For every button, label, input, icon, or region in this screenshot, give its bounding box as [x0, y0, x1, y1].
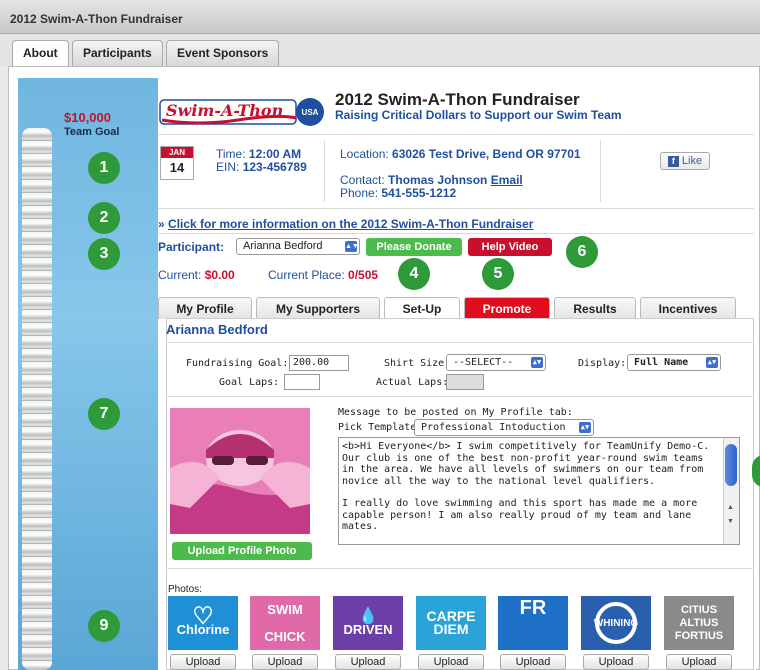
upload-button-5[interactable]: Upload — [500, 654, 566, 670]
scroll-down-icon[interactable]: ▼ — [727, 518, 734, 525]
photos-label: Photos: — [168, 584, 202, 595]
display-label: Display: — [578, 358, 627, 369]
calendar-day: 14 — [169, 160, 185, 175]
divider — [600, 140, 601, 202]
actual-laps-label: Actual Laps: — [376, 377, 449, 388]
upload-button-7[interactable]: Upload — [666, 654, 732, 670]
swim-a-thon-logo: Swim-A-Thon USA — [159, 98, 324, 126]
divider — [158, 134, 754, 135]
upload-button-3[interactable]: Upload — [335, 654, 401, 670]
profile-photo — [170, 408, 310, 534]
participant-name: Arianna Bedford — [166, 322, 268, 337]
divider — [166, 342, 754, 343]
photo-option-driven[interactable]: 💧 DRIVEN — [333, 596, 403, 650]
marker-4: 4 — [398, 258, 430, 290]
divider — [166, 396, 754, 397]
tab-my-supporters[interactable]: My Supporters — [256, 297, 380, 319]
goal-laps-label: Goal Laps: — [219, 377, 280, 388]
tab-incentives[interactable]: Incentives — [640, 297, 736, 319]
logo-badge-text: USA — [302, 108, 319, 117]
scroll-up-icon[interactable]: ▲ — [727, 504, 734, 511]
select-arrows-icon: ▲▼ — [706, 357, 718, 368]
upload-button-2[interactable]: Upload — [252, 654, 318, 670]
upload-button-1[interactable]: Upload — [170, 654, 236, 670]
please-donate-button[interactable]: Please Donate — [366, 238, 462, 256]
tab-about[interactable]: About — [12, 40, 69, 66]
message-label: Message to be posted on My Profile tab: — [338, 407, 573, 418]
divider — [158, 208, 754, 209]
window-titlebar: 2012 Swim-A-Thon Fundraiser — [0, 0, 760, 34]
actual-laps-input — [446, 374, 484, 390]
team-goal-label: Team Goal — [64, 126, 120, 138]
page-title: 2012 Swim-A-Thon Fundraiser — [335, 90, 580, 109]
marker-7: 7 — [88, 398, 120, 430]
marker-5: 5 — [482, 258, 514, 290]
more-info-line: » Click for more information on the 2012… — [158, 217, 534, 231]
current-amount: Current: $0.00 — [158, 268, 235, 282]
select-arrows-icon: ▲▼ — [345, 241, 359, 252]
window-title: 2012 Swim-A-Thon Fundraiser — [10, 12, 183, 26]
team-goal-amount: $10,000 — [64, 110, 111, 125]
facebook-like-button[interactable]: f Like — [660, 152, 710, 170]
calendar-icon: JAN 14 — [160, 146, 194, 180]
goal-laps-input[interactable] — [284, 374, 320, 390]
divider — [158, 233, 754, 234]
divider — [166, 568, 754, 569]
prohibited-icon — [595, 602, 637, 644]
marker-9: 9 — [88, 610, 120, 642]
fundraising-goal-label: Fundraising Goal: $ — [186, 358, 301, 369]
photo-option-carpe-diem[interactable]: CARPE DIEM — [416, 596, 486, 650]
lane-rope-progress — [22, 128, 52, 670]
template-select[interactable]: Professional Intoduction ▲▼ — [414, 419, 594, 436]
help-video-button[interactable]: Help Video — [468, 238, 552, 256]
scrollbar-thumb[interactable] — [725, 444, 737, 486]
marker-1: 1 — [88, 152, 120, 184]
current-place: Current Place: 0/505 — [268, 268, 379, 282]
upload-button-4[interactable]: Upload — [418, 654, 484, 670]
template-label: Pick Template: — [338, 422, 423, 433]
event-location: Location: 63026 Test Drive, Bend OR 9770… — [340, 147, 581, 161]
message-paragraph-1: <b>Hi Everyone</b> I swim competitively … — [342, 441, 710, 487]
message-paragraph-2: I really do love swimming and this sport… — [342, 498, 698, 532]
photo-option-swim-chick[interactable]: SWIM CHICK — [250, 596, 320, 650]
event-ein: EIN: 123-456789 — [216, 160, 307, 174]
fundraising-goal-input[interactable]: 200.00 — [289, 355, 349, 371]
tab-promote[interactable]: Promote — [464, 297, 550, 319]
upload-profile-photo-button[interactable]: Upload Profile Photo — [172, 542, 312, 560]
display-select[interactable]: Full Name ▲▼ — [627, 354, 721, 371]
photo-option-citius-altius-fortius[interactable]: CITIUS ALTIUS FORTIUS — [664, 596, 734, 650]
photo-option-fr[interactable]: FR — [498, 596, 568, 650]
event-phone: Phone: 541-555-1212 — [340, 186, 457, 200]
email-link[interactable]: Email — [491, 173, 523, 187]
photo-option-no-whining[interactable]: WHINING — [581, 596, 651, 650]
tab-participants[interactable]: Participants — [72, 40, 163, 66]
more-info-link[interactable]: Click for more information on the 2012 S… — [168, 217, 533, 231]
select-arrows-icon: ▲▼ — [579, 422, 591, 433]
marker-6: 6 — [566, 236, 598, 268]
tab-results[interactable]: Results — [554, 297, 636, 319]
marker-3: 3 — [88, 238, 120, 270]
tab-set-up[interactable]: Set-Up — [384, 297, 460, 320]
photo-option-chlorine[interactable]: ♡ Chlorine — [168, 596, 238, 650]
tab-my-profile[interactable]: My Profile — [158, 297, 252, 319]
select-arrows-icon: ▲▼ — [531, 357, 543, 368]
shirt-size-label: Shirt Size: — [384, 358, 451, 369]
marker-2: 2 — [88, 202, 120, 234]
page-subtitle: Raising Critical Dollars to Support our … — [335, 108, 622, 122]
facebook-icon: f — [667, 156, 679, 167]
participant-select[interactable]: Arianna Bedford ▲▼ — [236, 238, 360, 255]
profile-message-textarea[interactable]: <b>Hi Everyone</b> I swim competitively … — [338, 437, 740, 545]
divider — [324, 140, 325, 202]
logo-text: Swim-A-Thon — [166, 101, 283, 120]
calendar-month: JAN — [161, 147, 193, 158]
participant-label: Participant: — [158, 240, 225, 254]
upload-button-6[interactable]: Upload — [583, 654, 649, 670]
shirt-size-select[interactable]: --SELECT-- ▲▼ — [446, 354, 546, 371]
tab-event-sponsors[interactable]: Event Sponsors — [166, 40, 280, 66]
